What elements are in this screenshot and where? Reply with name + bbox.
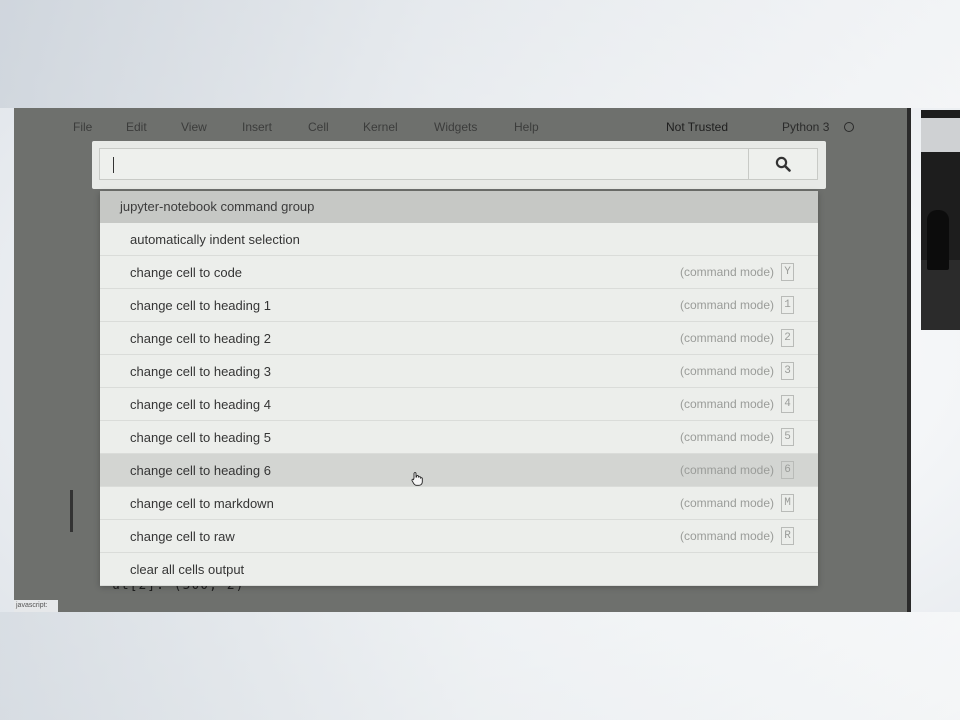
command-mode-label: (command mode)	[679, 331, 774, 345]
notebook-screen: File Edit View Insert Cell Kernel Widget…	[14, 108, 909, 612]
command-label: change cell to heading 3	[130, 364, 271, 379]
video-wall	[921, 118, 960, 152]
command-item[interactable]: change cell to heading 3 (command mode) 3	[100, 355, 818, 388]
menu-widgets[interactable]: Widgets	[434, 120, 477, 134]
command-palette-list: jupyter-notebook command group automatic…	[100, 191, 818, 586]
menu-edit[interactable]: Edit	[126, 120, 147, 134]
command-group-header: jupyter-notebook command group	[100, 191, 818, 223]
menubar: File Edit View Insert Cell Kernel Widget…	[14, 116, 909, 140]
command-mode-label: (command mode)	[679, 298, 774, 312]
command-palette-search	[92, 141, 826, 189]
status-link-tooltip: javascript:	[14, 600, 58, 612]
command-mode-label: (command mode)	[679, 529, 774, 543]
background-stripe-top	[0, 0, 960, 108]
keyboard-shortcut: R	[781, 527, 794, 545]
keyboard-shortcut: M	[781, 494, 794, 512]
menu-insert[interactable]: Insert	[242, 120, 272, 134]
command-label: change cell to heading 1	[130, 298, 271, 313]
command-label: change cell to raw	[130, 529, 235, 544]
text-caret	[113, 157, 114, 173]
command-label: change cell to heading 5	[130, 430, 271, 445]
presenter-video-thumbnail	[921, 110, 960, 330]
command-item[interactable]: change cell to heading 2 (command mode) 2	[100, 322, 818, 355]
keyboard-shortcut: 3	[781, 362, 794, 380]
menu-cell[interactable]: Cell	[308, 120, 329, 134]
command-mode-label: (command mode)	[679, 265, 774, 279]
trust-status[interactable]: Not Trusted	[666, 120, 728, 134]
search-icon	[775, 156, 791, 172]
menu-file[interactable]: File	[73, 120, 92, 134]
command-label: change cell to heading 2	[130, 331, 271, 346]
command-search-input[interactable]	[99, 148, 749, 180]
command-item[interactable]: change cell to raw (command mode) R	[100, 520, 818, 553]
command-item[interactable]: change cell to heading 4 (command mode) 4	[100, 388, 818, 421]
command-item[interactable]: automatically indent selection	[100, 223, 818, 256]
command-mode-label: (command mode)	[679, 364, 774, 378]
command-label: change cell to heading 6	[130, 463, 271, 478]
presenter-figure	[927, 210, 949, 270]
keyboard-shortcut: 4	[781, 395, 794, 413]
command-item[interactable]: change cell to heading 1 (command mode) 1	[100, 289, 818, 322]
keyboard-shortcut: 1	[781, 296, 794, 314]
command-label: change cell to code	[130, 265, 243, 280]
hand-cursor-icon	[411, 472, 423, 486]
search-button[interactable]	[749, 148, 818, 180]
background-stripe-bottom	[0, 612, 960, 720]
screen-edge	[907, 108, 911, 612]
menu-view[interactable]: View	[181, 120, 207, 134]
keyboard-shortcut: Y	[781, 263, 794, 281]
video-floor	[921, 260, 960, 330]
command-item[interactable]: clear all cells output	[100, 553, 818, 586]
command-item[interactable]: change cell to heading 6 (command mode) 6	[100, 454, 818, 487]
menu-help[interactable]: Help	[514, 120, 539, 134]
cell-selection-marker	[70, 490, 73, 532]
command-item[interactable]: change cell to heading 5 (command mode) 5	[100, 421, 818, 454]
command-label: automatically indent selection	[130, 232, 300, 247]
command-label: change cell to markdown	[130, 496, 274, 511]
menu-kernel[interactable]: Kernel	[363, 120, 398, 134]
command-label: change cell to heading 4	[130, 397, 271, 412]
keyboard-shortcut: 2	[781, 329, 794, 347]
keyboard-shortcut: 5	[781, 428, 794, 446]
command-mode-label: (command mode)	[679, 496, 774, 510]
command-label: clear all cells output	[130, 562, 245, 577]
command-mode-label: (command mode)	[679, 397, 774, 411]
kernel-status-icon	[844, 122, 854, 132]
kernel-name: Python 3	[782, 120, 830, 134]
command-mode-label: (command mode)	[679, 430, 774, 444]
command-item[interactable]: change cell to code (command mode) Y	[100, 256, 818, 289]
keyboard-shortcut: 6	[781, 461, 794, 479]
command-mode-label: (command mode)	[679, 463, 774, 477]
command-item[interactable]: change cell to markdown (command mode) M	[100, 487, 818, 520]
